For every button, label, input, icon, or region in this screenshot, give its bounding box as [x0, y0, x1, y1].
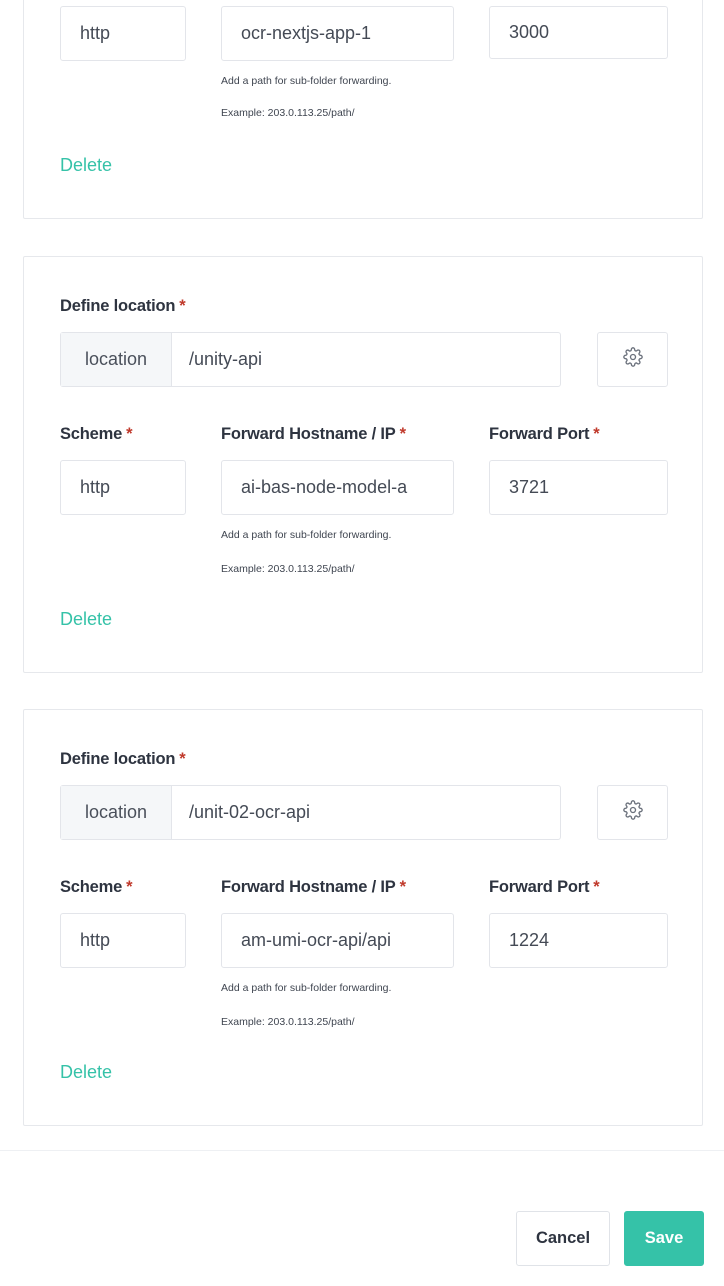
- location-card-2: Define location * location /unity-api Sch…: [23, 256, 703, 673]
- forward-port-label: Forward Port *: [489, 878, 600, 896]
- forward-port-value: 3721: [509, 477, 550, 497]
- forward-port-input[interactable]: 1224: [489, 913, 668, 968]
- location-path-input[interactable]: /unity-api: [172, 333, 560, 386]
- hint-example: Example: 203.0.113.25/path/: [221, 563, 355, 575]
- required-marker: *: [593, 878, 600, 896]
- forward-hostname-label: Forward Hostname / IP *: [221, 878, 406, 896]
- location-card-3: Define location * location /unit-02-ocr-a…: [23, 709, 703, 1126]
- scheme-value: http: [80, 23, 111, 43]
- forward-hostname-value: ai-bas-node-model-a: [241, 477, 408, 497]
- forward-port-value: 3000: [509, 22, 550, 42]
- hint-path: Add a path for sub-folder forwarding.: [221, 982, 392, 994]
- define-location-label: Define location *: [60, 750, 186, 768]
- scheme-input[interactable]: http: [60, 6, 186, 61]
- forward-hostname-input[interactable]: ai-bas-node-model-a: [221, 460, 454, 515]
- define-location-label: Define location *: [60, 297, 186, 315]
- hint-path: Add a path for sub-folder forwarding.: [221, 75, 392, 87]
- required-marker: *: [179, 297, 186, 315]
- location-input-group: location /unit-02-ocr-api: [60, 785, 561, 840]
- forward-hostname-value: am-umi-ocr-api/api: [241, 930, 392, 950]
- required-marker: *: [399, 425, 406, 443]
- forward-port-value: 1224: [509, 930, 550, 950]
- scheme-value: http: [80, 930, 111, 950]
- cancel-button[interactable]: Cancel: [516, 1211, 610, 1266]
- forward-hostname-input[interactable]: ocr-nextjs-app-1: [221, 6, 454, 61]
- gear-icon: [622, 800, 643, 825]
- scheme-input[interactable]: http: [60, 913, 186, 968]
- location-input-group: location /unity-api: [60, 332, 561, 387]
- required-marker: *: [126, 878, 133, 896]
- required-marker: *: [593, 425, 600, 443]
- location-path-input[interactable]: /unit-02-ocr-api: [172, 786, 560, 839]
- required-marker: *: [399, 878, 406, 896]
- forward-port-input[interactable]: 3721: [489, 460, 668, 515]
- gear-icon: [622, 347, 643, 372]
- location-addon: location: [61, 786, 172, 839]
- required-marker: *: [126, 425, 133, 443]
- forward-port-label: Forward Port *: [489, 425, 600, 443]
- scheme-label: Scheme *: [60, 878, 133, 896]
- forward-hostname-input[interactable]: am-umi-ocr-api/api: [221, 913, 454, 968]
- required-marker: *: [179, 750, 186, 768]
- modal-footer-divider: [0, 1150, 724, 1151]
- forward-port-input[interactable]: 3000: [489, 6, 668, 59]
- scheme-label: Scheme *: [60, 425, 133, 443]
- hint-example: Example: 203.0.113.25/path/: [221, 107, 355, 119]
- location-settings-button[interactable]: [597, 332, 668, 387]
- location-card-1: http ocr-nextjs-app-1 3000 Add a path fo…: [23, 0, 703, 219]
- hint-example: Example: 203.0.113.25/path/: [221, 1016, 355, 1028]
- location-settings-button[interactable]: [597, 785, 668, 840]
- delete-location-link[interactable]: Delete: [60, 155, 112, 176]
- save-button[interactable]: Save: [624, 1211, 704, 1266]
- location-addon: location: [61, 333, 172, 386]
- forward-hostname-label: Forward Hostname / IP *: [221, 425, 406, 443]
- hint-path: Add a path for sub-folder forwarding.: [221, 529, 392, 541]
- forward-hostname-value: ocr-nextjs-app-1: [241, 23, 372, 43]
- delete-location-link[interactable]: Delete: [60, 1062, 112, 1083]
- scheme-input[interactable]: http: [60, 460, 186, 515]
- delete-location-link[interactable]: Delete: [60, 609, 112, 630]
- scheme-value: http: [80, 477, 111, 497]
